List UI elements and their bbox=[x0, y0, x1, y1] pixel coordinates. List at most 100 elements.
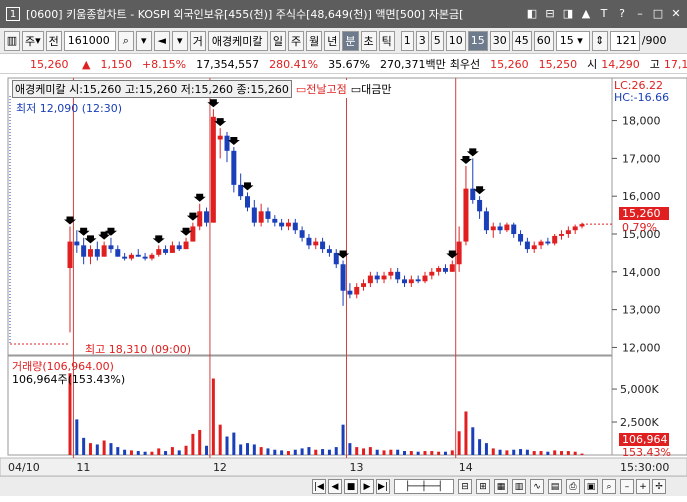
candle-body bbox=[128, 254, 134, 259]
legend-amount-label: 대금만 bbox=[361, 83, 392, 96]
x-axis-label: 13 bbox=[349, 461, 363, 474]
close-icon[interactable]: ✕ bbox=[669, 6, 683, 20]
interval-3[interactable]: 3 bbox=[415, 30, 429, 51]
minimize-icon[interactable]: – bbox=[633, 6, 647, 20]
period-month[interactable]: 월 bbox=[306, 30, 323, 51]
open-price: 14,290 bbox=[601, 57, 640, 71]
volume-bar bbox=[519, 449, 523, 455]
period-year[interactable]: 년 bbox=[324, 30, 341, 51]
search-icon[interactable]: ⌕ bbox=[117, 30, 134, 51]
interval-60[interactable]: 60 bbox=[533, 30, 554, 51]
volume-bar bbox=[423, 451, 427, 455]
volume-bar bbox=[95, 444, 99, 455]
candle-body bbox=[538, 241, 544, 246]
name-button[interactable]: 거 bbox=[189, 30, 206, 51]
print-icon[interactable]: ⎙ bbox=[566, 479, 580, 494]
scroll-slider[interactable]: ├──┼──┤ bbox=[394, 479, 454, 494]
next-icon[interactable]: ▶ bbox=[360, 479, 374, 494]
search-icon[interactable]: ⌕ bbox=[602, 479, 616, 494]
split-right-icon[interactable]: ◨ bbox=[561, 6, 575, 20]
candle-icon[interactable]: ▥ bbox=[512, 479, 526, 494]
interval-select[interactable]: 15 ▾ bbox=[555, 30, 590, 51]
candle-body bbox=[402, 279, 408, 284]
count-input[interactable]: 121 bbox=[609, 30, 640, 51]
legend-prev-high[interactable]: ▭전날고점 bbox=[296, 81, 347, 97]
legend-stock-name: 애경케미칼 bbox=[15, 83, 66, 96]
volume-bar bbox=[484, 443, 488, 455]
code-input[interactable]: 161000 bbox=[63, 30, 116, 51]
chevron-down-icon[interactable]: ▾ bbox=[171, 30, 188, 51]
open-label: 시 bbox=[587, 58, 598, 71]
candle-body bbox=[244, 196, 250, 208]
fit-icon[interactable]: ⊞ bbox=[476, 479, 490, 494]
move-icon[interactable]: ✢ bbox=[652, 479, 666, 494]
candle-body bbox=[272, 218, 278, 223]
volume-bar bbox=[170, 447, 174, 455]
current-volume-pct: 153.43% bbox=[622, 446, 671, 459]
volume-bar bbox=[293, 449, 297, 455]
candle-body bbox=[176, 245, 182, 250]
speaker-icon[interactable]: ◄ bbox=[153, 30, 170, 51]
bar-icon[interactable]: ▤ bbox=[548, 479, 562, 494]
period-minute[interactable]: 분 bbox=[342, 30, 359, 51]
price-tick-label: 18,000 bbox=[622, 115, 661, 128]
layout-icon[interactable]: ▥ bbox=[4, 30, 20, 51]
split-left-icon[interactable]: ◧ bbox=[525, 6, 539, 20]
candle-body bbox=[135, 254, 141, 257]
minus-icon[interactable]: – bbox=[620, 479, 634, 494]
window-number-icon[interactable]: 1 bbox=[6, 7, 20, 21]
candle-body bbox=[388, 271, 394, 276]
save-icon[interactable]: ▣ bbox=[584, 479, 598, 494]
period-second[interactable]: 초 bbox=[360, 30, 377, 51]
volume-bar bbox=[389, 449, 393, 455]
turnover-rate: 35.67% bbox=[328, 57, 371, 71]
first-icon[interactable]: |◀ bbox=[312, 479, 326, 494]
price-chart[interactable]: 18,00017,00016,00015,00014,00013,00012,0… bbox=[0, 75, 687, 502]
candle-body bbox=[210, 116, 216, 223]
candle-body bbox=[67, 241, 73, 269]
candle-body bbox=[306, 237, 312, 246]
quote-bar: 15,260 ▲ 1,150 +8.15% 17,354,557 280.41%… bbox=[0, 55, 687, 74]
interval-10[interactable]: 10 bbox=[445, 30, 466, 51]
volume-bar bbox=[512, 449, 516, 455]
volume-tick-label: 5,000K bbox=[620, 383, 659, 396]
prev-icon[interactable]: ◀ bbox=[328, 479, 342, 494]
period-tick[interactable]: 틱 bbox=[378, 30, 395, 51]
interval-30[interactable]: 30 bbox=[489, 30, 510, 51]
maximize-icon[interactable]: □ bbox=[651, 6, 665, 20]
spin-icon[interactable]: ⇕ bbox=[591, 30, 608, 51]
market-select[interactable]: 주 ▾ bbox=[22, 30, 44, 51]
volume-bar bbox=[375, 449, 379, 455]
interval-5[interactable]: 5 bbox=[430, 30, 444, 51]
candle-body bbox=[238, 184, 244, 197]
line-icon[interactable]: ∿ bbox=[530, 479, 544, 494]
type-select[interactable]: 전 bbox=[45, 30, 62, 51]
candle-body bbox=[354, 286, 360, 295]
candle-body bbox=[231, 150, 237, 185]
hc-value: HC:-16.66 bbox=[614, 91, 670, 104]
up-arrow-icon[interactable]: ▲ bbox=[579, 6, 593, 20]
interval-select-value: 15 bbox=[559, 34, 574, 47]
grid-icon[interactable]: ▦ bbox=[494, 479, 508, 494]
dropdown-icon[interactable]: ▾ bbox=[135, 30, 152, 51]
volume-bar bbox=[150, 451, 154, 455]
stop-icon[interactable]: ■ bbox=[344, 479, 358, 494]
last-icon[interactable]: ▶| bbox=[376, 479, 390, 494]
help-icon[interactable]: ? bbox=[615, 6, 629, 20]
legend-stock[interactable]: 애경케미칼 시:15,260 고:15,260 저:15,260 종:15,26… bbox=[12, 80, 292, 98]
zoom-out-icon[interactable]: ⊟ bbox=[458, 479, 472, 494]
legend-amount[interactable]: ▭대금만 bbox=[351, 81, 392, 97]
period-week[interactable]: 주 bbox=[288, 30, 305, 51]
interval-1[interactable]: 1 bbox=[400, 30, 414, 51]
minimize-panel-icon[interactable]: ⊟ bbox=[543, 6, 557, 20]
candle-body bbox=[313, 241, 319, 246]
volume-bar bbox=[478, 439, 482, 455]
volume-bar bbox=[102, 440, 106, 455]
period-day[interactable]: 일 bbox=[269, 30, 287, 51]
text-icon[interactable]: T bbox=[597, 6, 611, 20]
volume-bar bbox=[75, 419, 79, 455]
current-volume-tag: 106,964 bbox=[619, 433, 669, 446]
interval-45[interactable]: 45 bbox=[511, 30, 532, 51]
plus-icon[interactable]: + bbox=[636, 479, 650, 494]
interval-15[interactable]: 15 bbox=[467, 30, 488, 51]
